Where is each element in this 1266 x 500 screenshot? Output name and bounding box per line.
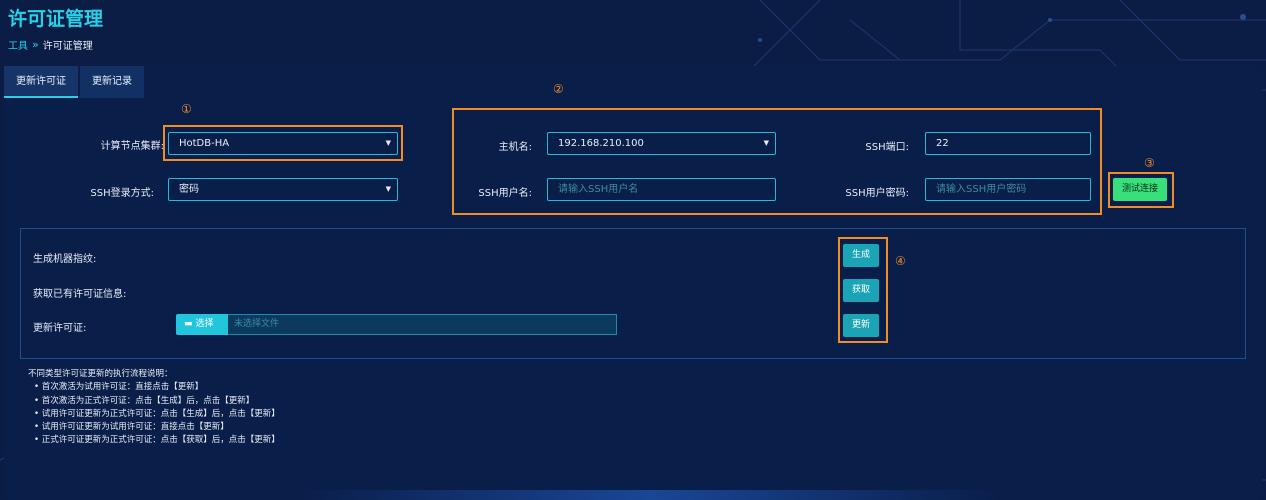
host-label: 主机名: (498, 142, 532, 153)
notes-item: 首次激活为试用许可证：直接点击【更新】 (34, 381, 280, 394)
file-name-field[interactable]: 未选择文件 (228, 314, 617, 335)
ssh-user-label: SSH用户名: (478, 188, 532, 199)
annotation-marker-3: ③ (1144, 156, 1155, 170)
annotation-marker-4: ④ (895, 254, 906, 268)
fetch-button[interactable]: 获取 (843, 279, 879, 302)
folder-open-icon: ▬ (184, 319, 193, 329)
process-notes: 不同类型许可证更新的执行流程说明： 首次激活为试用许可证：直接点击【更新】 首次… (28, 368, 280, 448)
fingerprint-label: 生成机器指纹: (33, 254, 97, 265)
notes-title: 不同类型许可证更新的执行流程说明： (28, 369, 173, 379)
ssh-login-select-value: 密码 (179, 184, 199, 195)
ssh-login-select[interactable]: 密码 ▼ (168, 178, 398, 201)
notes-item: 正式许可证更新为正式许可证：点击【获取】后，点击【更新】 (34, 434, 280, 447)
caret-down-icon: ▼ (385, 139, 391, 147)
update-button[interactable]: 更新 (843, 314, 879, 337)
generate-button[interactable]: 生成 (843, 244, 879, 267)
choose-file-button[interactable]: ▬ 选择 (176, 314, 228, 335)
host-select[interactable]: 192.168.210.100 ▼ (547, 132, 776, 155)
notes-item: 试用许可证更新为正式许可证：点击【生成】后，点击【更新】 (34, 408, 280, 421)
ssh-user-input[interactable]: 请输入SSH用户名 (547, 178, 776, 201)
ssh-pass-label: SSH用户密码: (845, 188, 909, 199)
ssh-login-label: SSH登录方式: (90, 188, 154, 199)
ssh-pass-input[interactable]: 请输入SSH用户密码 (925, 178, 1091, 201)
cluster-label: 计算节点集群: (100, 141, 164, 152)
choose-file-label: 选择 (195, 319, 214, 329)
cluster-select-value: HotDB-HA (179, 138, 230, 149)
annotation-marker-1: ① (181, 102, 192, 116)
fetch-label: 获取已有许可证信息: (33, 289, 127, 300)
ssh-port-input[interactable]: 22 (925, 132, 1091, 155)
cluster-select[interactable]: HotDB-HA ▼ (168, 132, 398, 155)
notes-item: 首次激活为正式许可证：点击【生成】后，点击【更新】 (34, 395, 280, 408)
ssh-port-label: SSH端口: (865, 142, 909, 153)
update-label: 更新许可证: (33, 323, 87, 334)
annotation-marker-2: ② (553, 82, 564, 96)
host-select-value: 192.168.210.100 (558, 138, 644, 149)
notes-list: 首次激活为试用许可证：直接点击【更新】 首次激活为正式许可证：点击【生成】后，点… (28, 381, 280, 447)
caret-down-icon: ▼ (763, 139, 769, 147)
notes-item: 试用许可证更新为试用许可证：直接点击【更新】 (34, 421, 280, 434)
caret-down-icon: ▼ (385, 185, 391, 193)
test-connection-button[interactable]: 测试连接 (1113, 178, 1167, 201)
